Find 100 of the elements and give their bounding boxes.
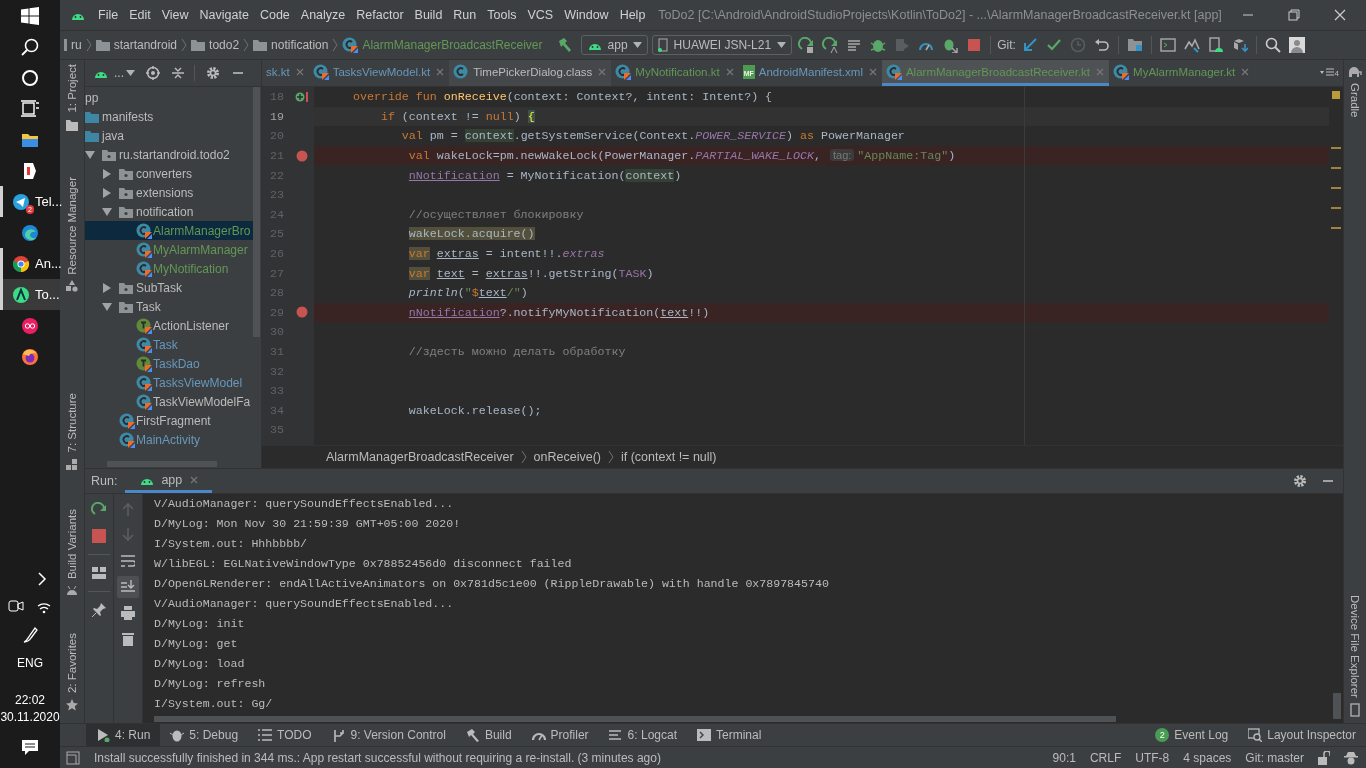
tree-item[interactable]: Task: [85, 335, 253, 354]
tree-item[interactable]: ru.startandroid.todo2: [85, 145, 253, 164]
tree-item-label: MainActivity: [136, 432, 200, 447]
tree-item-label: pp: [85, 90, 99, 105]
tool-window-tab[interactable]: 5: Debug: [160, 724, 249, 746]
menu-item[interactable]: View: [161, 8, 189, 22]
tree-item-label: manifests: [102, 109, 154, 124]
tool-window-tab[interactable]: 9: Version Control: [321, 724, 456, 746]
menu-item[interactable]: Window: [564, 8, 609, 22]
status-item[interactable]: CRLF: [1089, 750, 1122, 765]
run-config-dropdown[interactable]: app: [580, 35, 648, 55]
tool-window-tab[interactable]: Profiler: [521, 724, 599, 746]
tool-window-tab[interactable]: Resource Manager: [60, 172, 84, 297]
tool-window-tab[interactable]: 2 Event Log: [1145, 724, 1239, 746]
tree-item[interactable]: FirstFragment: [85, 411, 253, 430]
tree-item-label: java: [102, 128, 124, 143]
tree-item[interactable]: converters: [85, 164, 253, 183]
menu-item[interactable]: Analyze: [300, 8, 346, 22]
tool-window-tab[interactable]: Build: [455, 724, 522, 746]
tree-item-label: converters: [136, 166, 193, 181]
status-item[interactable]: 90:1: [1052, 750, 1076, 765]
tool-window-tab[interactable]: 7: Structure: [60, 389, 84, 475]
menu-item[interactable]: Help: [619, 8, 646, 22]
breadcrumb[interactable]: if (context != null): [621, 450, 717, 464]
tree-item-label: ActionListener: [153, 318, 230, 333]
tool-window-tab[interactable]: Gradle: [1348, 66, 1362, 124]
tree-item-label: TasksViewModel: [153, 375, 243, 390]
tree-item[interactable]: MyNotification: [85, 259, 253, 278]
status-item[interactable]: UTF-8: [1135, 750, 1170, 765]
log-line: V/AudioManager: querySoundEffectsEnabled...: [154, 596, 455, 612]
breadcrumb[interactable]: notification: [253, 38, 329, 52]
log-line: V/AudioManager: querySoundEffectsEnabled...: [154, 496, 455, 512]
line-number: 19: [269, 109, 284, 123]
language-indicator[interactable]: ENG: [17, 656, 43, 670]
breadcrumb[interactable]: AlarmManagerBroadcastReceiver: [342, 37, 543, 53]
tree-item[interactable]: notification: [85, 202, 253, 221]
tree-item[interactable]: pp: [85, 88, 253, 107]
status-item[interactable]: 4 spaces: [1183, 750, 1232, 765]
tree-item[interactable]: MyAlarmManager: [85, 240, 253, 259]
editor-tab[interactable]: TasksViewModel.kt: [308, 60, 450, 86]
menu-item[interactable]: Edit: [129, 8, 151, 22]
tree-item[interactable]: manifests: [85, 107, 253, 126]
clock-time[interactable]: 22:02: [14, 692, 45, 709]
breadcrumb[interactable]: startandroid: [95, 38, 178, 52]
window-title: ToDo2 [C:\Android\AndroidStudioProjects\Kotlin\ToDo2] - ...\AlarmManagerBroadcastReceiver.kt [app]: [658, 8, 1222, 22]
menu-item[interactable]: VCS: [527, 8, 554, 22]
code-line: wakeLock.release();: [407, 403, 542, 417]
tree-item-label: TaskDao: [153, 356, 200, 371]
device-dropdown[interactable]: HUAWEI JSN-L21: [651, 35, 793, 55]
menu-item[interactable]: Build: [414, 8, 443, 22]
menu-item[interactable]: Refactor: [356, 8, 404, 22]
log-line: I/System.out: Gg/: [154, 696, 274, 712]
tool-window-tab[interactable]: Layout Inspector: [1238, 724, 1366, 746]
tree-item[interactable]: MainActivity: [85, 430, 253, 449]
tree-item[interactable]: TasksViewModel: [85, 373, 253, 392]
tool-window-tab[interactable]: Terminal: [687, 724, 772, 746]
breadcrumb[interactable]: onReceive(): [533, 450, 601, 464]
menu-item[interactable]: Code: [259, 8, 290, 22]
status-item[interactable]: Git: master: [1245, 750, 1304, 765]
clock-date[interactable]: 30.11.2020: [0, 709, 60, 726]
editor-tab[interactable]: TimePickerDialog.class: [449, 60, 612, 86]
tool-window-tab[interactable]: Device File Explorer: [1349, 595, 1361, 723]
code-line: //здесть можно делать обработку: [407, 345, 626, 358]
tree-item-label: Task: [136, 299, 161, 314]
tool-window-tab[interactable]: TODO: [248, 724, 322, 746]
tree-item-label: MyNotification: [153, 261, 229, 276]
tree-item[interactable]: java: [85, 126, 253, 145]
menu-item[interactable]: Navigate: [199, 8, 249, 22]
code-line: nNotification = MyNotification(context): [407, 168, 682, 182]
breadcrumb[interactable]: todo2: [191, 38, 240, 52]
code-line: val wakeLock=pm.newWakeLock(PowerManager.PARTIAL_WAKE_LOCK, tag: "AppName:Tag"): [407, 149, 956, 163]
tree-item[interactable]: TaskDao: [85, 354, 253, 373]
tool-window-tab[interactable]: 6: Logcat: [598, 724, 687, 746]
tree-item[interactable]: extensions: [85, 183, 253, 202]
tool-window-tab[interactable]: Build Variants: [60, 504, 84, 599]
tool-window-tab[interactable]: 1: Project: [60, 60, 84, 135]
taskbar-app[interactable]: To...: [0, 279, 60, 310]
tree-item[interactable]: Task: [85, 297, 253, 316]
tree-item[interactable]: AlarmManagerBro: [85, 221, 253, 240]
editor-tab[interactable]: sk.kt: [262, 60, 309, 86]
tool-window-tab[interactable]: 4: Run: [86, 724, 161, 746]
log-line: D/MyLog: Mon Nov 30 21:59:39 GMT+05:00 2020!: [154, 516, 462, 532]
menu-item[interactable]: Tools: [487, 8, 517, 22]
log-line: D/OpenGLRenderer: endAllActiveAnimators on 0x781d5c1e00 (RippleDrawable) with handle 0x7897845740: [154, 576, 830, 592]
code-line: println("$text/"): [407, 286, 528, 300]
tree-item-label: MyAlarmManager: [153, 242, 248, 257]
tree-item[interactable]: ActionListener: [85, 316, 253, 335]
breadcrumb[interactable]: AlarmManagerBroadcastReceiver: [326, 450, 514, 464]
tab-overflow-button[interactable]: 4: [1315, 60, 1343, 86]
menu-item[interactable]: Run: [453, 8, 477, 22]
tree-item[interactable]: TaskViewModelFa: [85, 392, 253, 411]
menu-item[interactable]: File: [98, 8, 119, 22]
editor-tab[interactable]: MyNotification.kt: [611, 60, 739, 86]
tree-item[interactable]: SubTask: [85, 278, 253, 297]
status-message: Install successfully finished in 344 ms.: App restart successful without requiring a re-install. (3 minutes ago): [94, 750, 661, 765]
tool-window-tab[interactable]: 2: Favorites: [60, 628, 84, 715]
editor-tab[interactable]: MyAlarmManager.kt: [1109, 60, 1255, 86]
project-view-dropdown[interactable]: ...: [114, 66, 135, 80]
breadcrumb[interactable]: ru: [71, 38, 82, 52]
log-line: I/System.out: Hhhbbbb/: [154, 536, 309, 552]
